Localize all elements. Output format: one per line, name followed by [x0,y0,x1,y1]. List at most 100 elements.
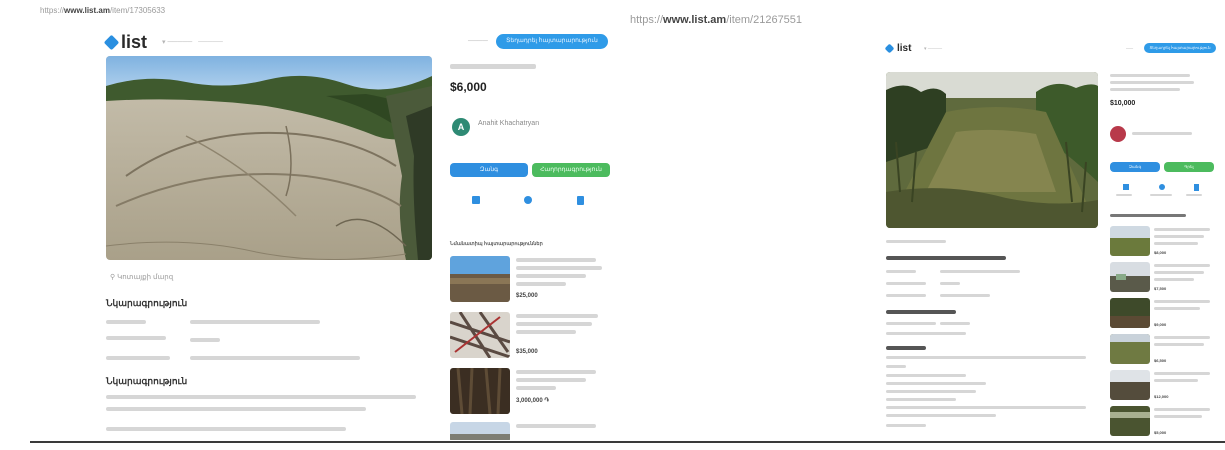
seller-avatar[interactable]: A [452,118,470,136]
listing-title [1110,88,1180,91]
listing-title [1110,74,1190,77]
related-price: $25,000 [516,293,538,299]
related-thumb[interactable] [1110,226,1150,256]
listing-title [450,64,536,69]
related-thumb[interactable] [450,422,510,440]
nav-links[interactable]: ▾ ───── ───── [162,38,223,46]
description-line [886,356,1086,359]
detail-value [190,338,220,342]
description-line [886,382,986,385]
detail-label [886,270,916,273]
related-photo [450,312,510,358]
land-photo-image [886,72,1098,228]
related-thumb[interactable] [1110,334,1150,364]
share-icon [524,196,532,204]
related-photo [1110,262,1150,292]
seller-name[interactable] [1132,132,1192,135]
related-price: $7,500 [1154,286,1167,291]
related-thumb[interactable] [1110,370,1150,400]
related-thumb[interactable] [1110,406,1150,436]
login-link[interactable]: ──── [468,38,488,45]
description-line [106,427,346,431]
report-icon [1193,184,1199,191]
divider [30,441,1225,443]
description-line [886,365,906,368]
address-bar-left[interactable]: https://www.list.am/item/17305633 [40,6,165,15]
related-text[interactable] [516,370,604,390]
features-heading [886,310,956,314]
nav-links[interactable]: ▾ ──── [924,46,942,52]
call-button[interactable]: Զանգ [1110,162,1160,172]
description-line [886,374,966,377]
seller-avatar[interactable] [1110,126,1126,142]
related-photo [1110,226,1150,256]
related-thumb[interactable] [450,256,510,302]
related-price: 3,000,000 ֏ [516,398,549,404]
share-icon [1159,184,1165,190]
related-photo [450,368,510,414]
detail-label [886,282,926,285]
related-price: $12,000 [1154,394,1169,399]
related-price: $5,000 [1154,430,1167,435]
related-photo [450,256,510,302]
feature-line [940,322,970,325]
call-button[interactable]: Զանգ [450,163,528,177]
related-thumb[interactable] [1110,262,1150,292]
post-ad-button[interactable]: Տեղադրել հայտարարություն [1144,43,1216,53]
listing-page-left: list ▾ ───── ───── ──── Տեղադրել հայտարա… [100,26,620,440]
message-button[interactable]: Գրել [1164,162,1214,172]
listing-price: $10,000 [1110,100,1136,107]
main-photo[interactable] [106,56,432,260]
listing-title [1110,81,1194,84]
message-button[interactable]: Հաղորդագրություն [532,163,610,177]
related-text[interactable] [516,258,604,286]
detail-label [106,336,166,340]
related-price: $9,000 [1154,322,1167,327]
description-line [886,398,956,401]
listing-page-right: list ▾ ──── ── Տեղադրել հայտարարություն [880,38,1220,438]
related-thumb[interactable] [450,368,510,414]
share-action[interactable] [1156,184,1168,190]
description-line [886,406,1086,409]
related-listings-title [1110,214,1186,217]
feature-line [886,332,966,335]
share-action[interactable] [518,196,538,204]
related-price: $6,500 [1154,358,1167,363]
related-listings-title: Նմանատիպ հայտարարություններ [450,241,543,247]
related-text[interactable] [516,424,604,428]
location-text [886,240,946,243]
related-photo [1110,334,1150,364]
description-line [106,407,366,411]
description-line [106,395,416,399]
description-heading: Նկարագրություն [106,376,188,386]
address-bar-right[interactable]: https://www.list.am/item/21267551 [630,14,802,26]
report-action[interactable] [570,196,590,205]
related-text[interactable] [516,314,604,334]
report-action[interactable] [1190,184,1202,191]
feature-line [886,322,936,325]
favorite-action[interactable] [466,196,486,204]
post-ad-button[interactable]: Տեղադրել հայտարարություն [496,34,608,49]
favorite-icon [472,196,480,204]
detail-value [940,270,1020,273]
related-photo [450,422,510,440]
related-thumb[interactable] [1110,298,1150,328]
description-line [886,414,996,417]
land-photo-image [106,56,432,260]
related-photo [1110,298,1150,328]
details-heading [886,256,1006,260]
details-heading: Նկարագրություն [106,298,188,308]
related-thumb[interactable] [450,312,510,358]
detail-value [190,320,320,324]
login-link[interactable]: ── [1126,46,1133,52]
logo-icon [884,43,895,54]
detail-label [106,320,146,324]
seller-name[interactable]: Anahit Khachatryan [478,120,539,127]
site-logo[interactable]: list [884,43,911,54]
listing-price: $6,000 [450,80,487,94]
favorite-action[interactable] [1120,184,1132,190]
site-logo[interactable]: list [103,32,147,53]
description-line [886,424,926,427]
main-photo[interactable] [886,72,1098,228]
detail-value [940,282,960,285]
